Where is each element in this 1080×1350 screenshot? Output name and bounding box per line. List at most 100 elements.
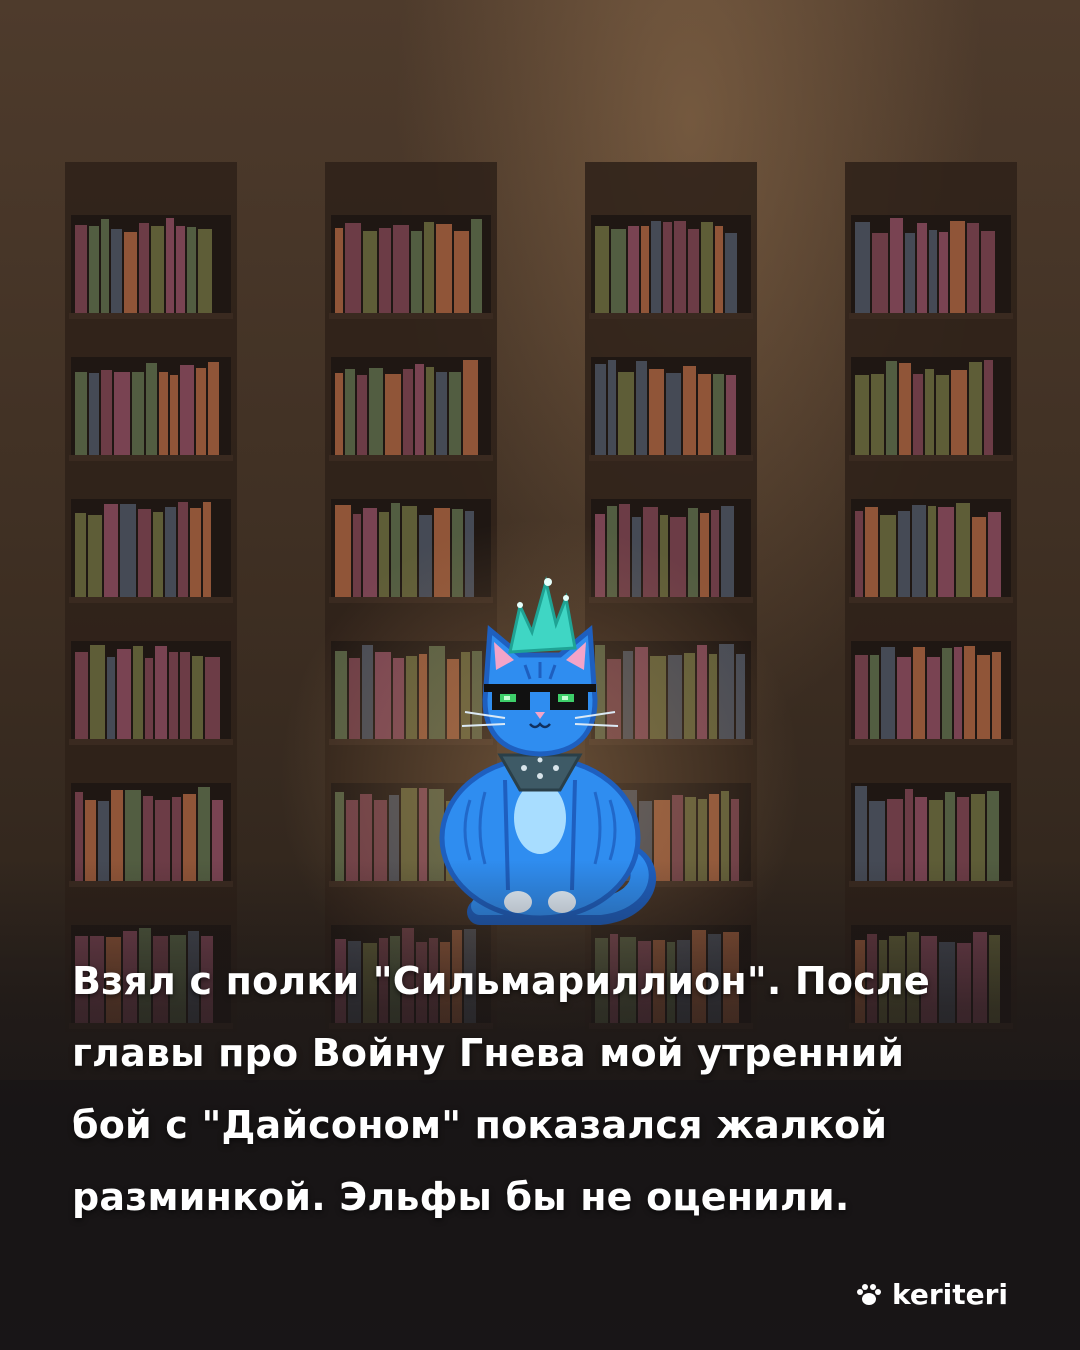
book bbox=[984, 360, 993, 455]
book bbox=[138, 509, 151, 597]
book bbox=[88, 515, 102, 597]
book bbox=[75, 513, 86, 597]
book bbox=[951, 370, 967, 455]
book bbox=[917, 223, 927, 313]
book bbox=[981, 231, 995, 313]
book bbox=[75, 652, 88, 739]
book bbox=[133, 646, 143, 739]
book bbox=[683, 366, 696, 455]
book bbox=[178, 502, 188, 597]
book bbox=[954, 647, 962, 739]
book bbox=[176, 226, 185, 313]
shelf bbox=[589, 357, 753, 461]
caption-text: Взял с полки "Сильмариллион". После глав… bbox=[72, 945, 1022, 1233]
book bbox=[651, 221, 661, 313]
book bbox=[117, 649, 131, 739]
book bbox=[104, 504, 118, 597]
book bbox=[608, 360, 616, 455]
book bbox=[101, 370, 112, 455]
book bbox=[611, 229, 626, 313]
book bbox=[913, 374, 923, 455]
book bbox=[208, 362, 219, 455]
book bbox=[424, 222, 434, 313]
book bbox=[345, 369, 355, 455]
book bbox=[170, 375, 178, 455]
book bbox=[925, 369, 934, 455]
book bbox=[905, 233, 915, 313]
book bbox=[111, 229, 122, 313]
poster: Взял с полки "Сильмариллион". После глав… bbox=[0, 0, 1080, 1350]
book bbox=[595, 364, 606, 455]
caption-line: бой с "Дайсоном" показался жалкой bbox=[72, 1103, 888, 1147]
book bbox=[180, 652, 190, 739]
book bbox=[379, 228, 391, 313]
book bbox=[939, 232, 948, 313]
book bbox=[870, 655, 879, 739]
book bbox=[151, 226, 164, 313]
book bbox=[713, 374, 724, 455]
book bbox=[415, 364, 424, 455]
book bbox=[865, 507, 878, 597]
shelf bbox=[69, 215, 233, 319]
book bbox=[698, 374, 711, 455]
book bbox=[992, 652, 1001, 739]
book bbox=[628, 226, 639, 313]
book bbox=[972, 517, 986, 597]
book bbox=[345, 223, 361, 313]
book bbox=[649, 369, 664, 455]
caption-line: главы про Войну Гнева мой утренний bbox=[72, 1031, 905, 1075]
book bbox=[663, 222, 672, 313]
caption-line: разминкой. Эльфы бы не оценили. bbox=[72, 1175, 850, 1219]
book bbox=[618, 372, 634, 455]
book bbox=[426, 367, 434, 455]
book bbox=[101, 219, 109, 313]
book bbox=[153, 512, 163, 597]
brand-watermark: keriteri bbox=[856, 1278, 1008, 1311]
shelf bbox=[69, 357, 233, 461]
book bbox=[132, 372, 144, 455]
book bbox=[886, 361, 897, 455]
book bbox=[139, 223, 149, 313]
book bbox=[75, 225, 87, 313]
book bbox=[357, 375, 367, 455]
book bbox=[701, 222, 713, 313]
book bbox=[393, 225, 409, 313]
book bbox=[363, 231, 377, 313]
book bbox=[159, 372, 168, 455]
book bbox=[880, 515, 896, 597]
book bbox=[855, 222, 870, 313]
book bbox=[155, 646, 167, 739]
shelf bbox=[849, 357, 1013, 461]
book bbox=[899, 363, 911, 455]
book bbox=[913, 647, 925, 739]
shelf bbox=[849, 215, 1013, 319]
book bbox=[942, 648, 952, 739]
book bbox=[967, 223, 979, 313]
book bbox=[950, 221, 965, 313]
book bbox=[190, 508, 201, 597]
book bbox=[688, 229, 699, 313]
book bbox=[715, 226, 723, 313]
book bbox=[385, 374, 401, 455]
book bbox=[89, 226, 99, 313]
book bbox=[203, 502, 211, 597]
book bbox=[855, 655, 868, 739]
shelf bbox=[329, 357, 493, 461]
book bbox=[205, 657, 220, 739]
book bbox=[969, 362, 982, 455]
book bbox=[471, 219, 482, 313]
book bbox=[964, 646, 975, 739]
book bbox=[335, 373, 343, 455]
book bbox=[114, 372, 130, 455]
book bbox=[988, 512, 1001, 597]
book bbox=[90, 645, 105, 739]
shelf bbox=[329, 215, 493, 319]
book bbox=[595, 226, 609, 313]
book bbox=[928, 506, 936, 597]
book bbox=[75, 372, 87, 455]
book bbox=[169, 652, 178, 739]
book bbox=[449, 372, 461, 455]
book bbox=[929, 230, 937, 313]
book bbox=[725, 233, 737, 313]
caption-line: Взял с полки "Сильмариллион". После bbox=[72, 959, 930, 1003]
